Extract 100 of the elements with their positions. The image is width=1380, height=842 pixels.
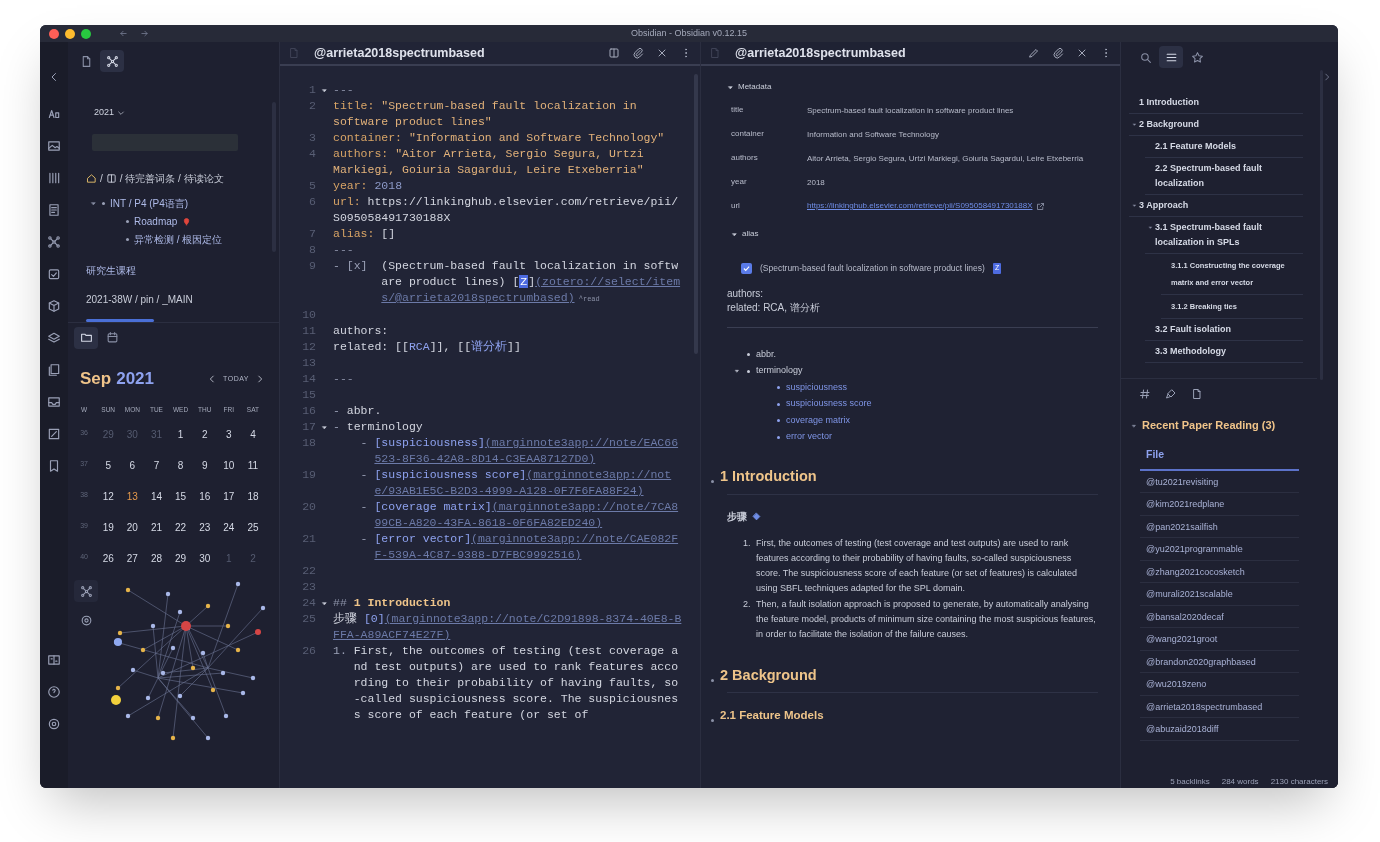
calendar-day[interactable]: 10: [216, 449, 241, 481]
fold-icon[interactable]: [1131, 122, 1137, 127]
note-link[interactable]: suspiciousness: [786, 380, 848, 395]
folder-tab[interactable]: [74, 326, 98, 349]
graph-node[interactable]: [155, 715, 161, 721]
graph-node[interactable]: [114, 638, 122, 646]
calendar-day[interactable]: 8: [168, 449, 193, 481]
calendar-day[interactable]: 29: [168, 542, 193, 574]
table-cell[interactable]: @pan2021sailfish: [1140, 515, 1299, 539]
graph-node[interactable]: [210, 687, 216, 693]
files-icon[interactable]: [47, 363, 61, 377]
calendar-day[interactable]: 27: [120, 542, 145, 574]
table-cell[interactable]: @wu2019zeno: [1140, 673, 1299, 696]
settings-icon[interactable]: [79, 614, 93, 627]
calendar-day[interactable]: 12: [96, 480, 121, 512]
note-link[interactable]: 2021-38W / pin / _MAIN: [86, 291, 193, 307]
close-icon[interactable]: [656, 47, 668, 59]
paperclip-icon[interactable]: [1052, 47, 1064, 59]
checkbox[interactable]: [741, 262, 752, 274]
calendar-day[interactable]: 18: [240, 480, 265, 512]
calendar-day[interactable]: 6: [120, 449, 145, 481]
file-icon[interactable]: [1191, 387, 1203, 400]
url-link[interactable]: https://linkinghub.elsevier.com/retrieve/pii/S095058491730188X: [807, 200, 1033, 212]
note-link[interactable]: coverage matrix: [786, 413, 851, 428]
calendar-day[interactable]: 17: [216, 480, 241, 512]
minimize-window-button[interactable]: [65, 28, 75, 39]
text-icon[interactable]: [47, 107, 61, 121]
brush-icon[interactable]: [1165, 387, 1177, 400]
graph-node[interactable]: [130, 667, 136, 673]
outline-item[interactable]: 2.1 Feature Models: [1155, 139, 1237, 154]
graph-node[interactable]: [240, 690, 246, 696]
graph-node[interactable]: [170, 735, 176, 741]
outline-item[interactable]: 3 Approach: [1139, 198, 1189, 213]
calendar-day[interactable]: 11: [240, 449, 265, 481]
calendar-day[interactable]: 25: [240, 511, 265, 543]
edit-icon[interactable]: [1028, 47, 1040, 59]
calendar-day[interactable]: 7: [144, 449, 169, 481]
calendar-day[interactable]: 4: [240, 418, 265, 450]
outline-item[interactable]: 1 Introduction: [1139, 95, 1199, 110]
diamond-icon[interactable]: [752, 511, 761, 521]
graph-tab[interactable]: [100, 50, 124, 72]
calendar-check-icon[interactable]: [47, 267, 61, 281]
calendar-day[interactable]: 14: [144, 480, 169, 512]
calendar-day[interactable]: 22: [168, 511, 193, 543]
graph-node[interactable]: [125, 713, 131, 719]
graph-node[interactable]: [205, 735, 211, 741]
calendar-day[interactable]: 19: [96, 511, 121, 543]
calendar-day[interactable]: 1: [168, 418, 193, 450]
calendar-day[interactable]: 23: [192, 511, 217, 543]
table-cell[interactable]: @wang2021groot: [1140, 628, 1299, 651]
cube-icon[interactable]: [47, 299, 61, 313]
fold-icon[interactable]: [734, 368, 740, 374]
table-cell[interactable]: @abuzaid2018diff: [1140, 718, 1299, 741]
table-cell[interactable]: @zhang2021cocosketch: [1140, 560, 1299, 584]
section-toggle[interactable]: Recent Paper Reading (3): [1131, 418, 1276, 433]
graph-node[interactable]: [170, 645, 176, 651]
calendar-day[interactable]: 24: [216, 511, 241, 543]
calendar-day[interactable]: 5: [96, 449, 121, 481]
outline-tab[interactable]: [1159, 46, 1183, 68]
graph-node[interactable]: [250, 675, 256, 681]
table-cell[interactable]: @kim2021redplane: [1140, 493, 1299, 516]
graph-node[interactable]: [145, 695, 151, 701]
back-arrow-icon[interactable]: [119, 29, 128, 38]
fold-icon[interactable]: [321, 424, 328, 431]
note-link[interactable]: 研究生课程: [86, 262, 136, 278]
toggle-button[interactable]: Metadata: [727, 81, 772, 93]
calendar-day[interactable]: 13: [120, 480, 145, 512]
outline-item[interactable]: 2.2 Spectrum-based fault localization: [1155, 161, 1303, 191]
graph-node[interactable]: [125, 587, 131, 593]
reading-view-icon[interactable]: [608, 47, 620, 59]
calendar-day[interactable]: 21: [144, 511, 169, 543]
paperclip-icon[interactable]: [632, 47, 644, 59]
tag-icon[interactable]: [1139, 387, 1151, 400]
help-icon[interactable]: [47, 685, 61, 699]
graph-node[interactable]: [140, 647, 146, 653]
graph-node[interactable]: [220, 670, 226, 676]
settings-icon[interactable]: [47, 717, 61, 731]
graph-node[interactable]: [190, 715, 196, 721]
forward-arrow-icon[interactable]: [140, 29, 149, 38]
close-window-button[interactable]: [49, 28, 59, 39]
graph-node[interactable]: [177, 609, 183, 615]
graph-node[interactable]: [165, 591, 171, 597]
note-link[interactable]: suspiciousness score: [786, 397, 872, 411]
vault-icon[interactable]: [47, 653, 61, 667]
graph-node[interactable]: [160, 670, 166, 676]
calendar-day[interactable]: 15: [168, 480, 193, 512]
graph-view-button[interactable]: [74, 580, 98, 602]
caret-icon[interactable]: [90, 199, 97, 207]
graph-node[interactable]: [225, 623, 231, 629]
graph-node[interactable]: [260, 605, 266, 611]
fold-icon[interactable]: [321, 87, 328, 94]
breadcrumb-link[interactable]: / 待完善词条 / 待读论文: [119, 170, 224, 186]
bookmark-icon[interactable]: [47, 459, 61, 473]
calendar-day[interactable]: 9: [192, 449, 217, 481]
calendar-day[interactable]: 20: [120, 511, 145, 543]
graph-node[interactable]: [235, 647, 241, 653]
year-dropdown[interactable]: 2021: [94, 106, 126, 120]
layers-icon[interactable]: [47, 331, 61, 345]
note-link[interactable]: error vector: [786, 430, 832, 444]
graph-node[interactable]: [181, 621, 191, 631]
